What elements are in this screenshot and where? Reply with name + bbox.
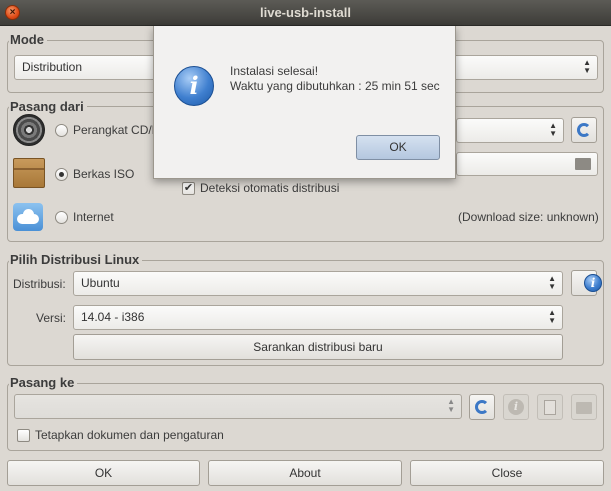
window-close-button[interactable]: × — [5, 5, 20, 20]
suggest-distro-button[interactable]: Sarankan distribusi baru — [73, 334, 563, 360]
folder-icon[interactable] — [575, 158, 591, 170]
distro-group-title: Pilih Distribusi Linux — [9, 252, 143, 267]
dialog-message-line1: Instalasi selesai! — [230, 64, 319, 78]
persist-settings-label: Tetapkan dokumen dan pengaturan — [35, 428, 224, 442]
refresh-target-button[interactable] — [469, 394, 495, 420]
target-group-title: Pasang ke — [9, 375, 78, 390]
format-device-button[interactable] — [537, 394, 563, 420]
source-group-title: Pasang dari — [9, 99, 87, 114]
refresh-icon — [577, 123, 591, 137]
autodetect-label: Deteksi otomatis distribusi — [200, 181, 340, 195]
version-label: Versi: — [36, 311, 67, 325]
iso-file-field[interactable] — [456, 152, 598, 176]
open-target-folder-button[interactable] — [571, 394, 597, 420]
title-bar: × live-usb-install — [0, 0, 611, 26]
iso-radio-label: Berkas ISO — [73, 167, 135, 181]
version-value: 14.04 - i386 — [81, 310, 145, 324]
version-combo[interactable]: 14.04 - i386 ▲ ▼ — [73, 305, 563, 330]
cd-disc-icon — [13, 114, 45, 146]
refresh-icon — [475, 400, 489, 414]
distribution-label: Distribusi: — [13, 277, 66, 291]
autodetect-checkbox[interactable]: ✔ — [182, 182, 195, 195]
cd-device-combo[interactable]: ▲ ▼ — [456, 118, 564, 143]
completion-dialog: i Instalasi selesai! Waktu yang dibutuhk… — [153, 26, 456, 179]
persist-settings-checkbox[interactable] — [17, 429, 30, 442]
refresh-devices-button[interactable] — [571, 117, 597, 143]
about-button[interactable]: About — [208, 460, 402, 486]
target-device-combo[interactable]: ▲ ▼ — [14, 394, 462, 419]
distro-info-button[interactable]: i — [571, 270, 602, 296]
dialog-ok-button[interactable]: OK — [356, 135, 440, 160]
info-icon: i — [174, 66, 214, 106]
internet-radio-label: Internet — [73, 210, 114, 224]
combo-arrows-icon: ▲ ▼ — [549, 121, 557, 138]
distribution-combo[interactable]: Ubuntu ▲ ▼ — [73, 271, 563, 296]
combo-arrows-icon: ▲ ▼ — [583, 58, 591, 75]
cloud-icon — [13, 203, 43, 231]
combo-arrows-icon: ▲ ▼ — [548, 308, 556, 325]
folder-icon — [576, 402, 592, 414]
combo-arrows-icon: ▲ ▼ — [548, 274, 556, 291]
window-title: live-usb-install — [259, 5, 352, 20]
mode-combo-value: Distribution — [22, 60, 83, 74]
close-button[interactable]: Close — [410, 460, 604, 486]
ok-button[interactable]: OK — [7, 460, 200, 486]
package-box-icon — [13, 158, 45, 188]
cd-radio-label: Perangkat CD/D — [73, 123, 161, 137]
mode-group-title: Mode — [9, 32, 47, 47]
info-icon: i — [584, 274, 602, 292]
new-document-icon — [544, 400, 556, 415]
combo-arrows-icon: ▲ ▼ — [447, 397, 455, 414]
cd-radio[interactable] — [55, 124, 68, 137]
internet-radio[interactable] — [55, 211, 68, 224]
info-disabled-icon: i — [508, 399, 524, 415]
distribution-value: Ubuntu — [81, 276, 120, 290]
download-size-label: (Download size: unknown) — [458, 210, 599, 224]
dialog-message-line2: Waktu yang dibutuhkan : 25 min 51 sec — [230, 79, 440, 93]
target-info-button[interactable]: i — [503, 394, 529, 420]
iso-radio[interactable] — [55, 168, 68, 181]
